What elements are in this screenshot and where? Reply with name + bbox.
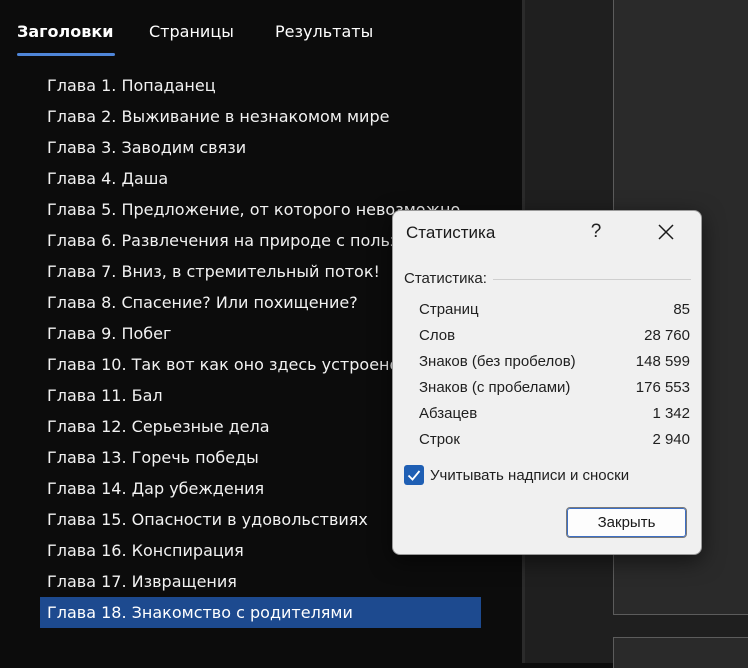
heading-item[interactable]: Глава 4. Даша — [40, 163, 481, 194]
tab-pages[interactable]: Страницы — [149, 20, 234, 56]
stat-label: Знаков (с пробелами) — [419, 379, 571, 396]
checkmark-icon — [407, 470, 421, 481]
group-divider — [493, 279, 691, 280]
stat-label: Абзацев — [419, 405, 478, 422]
stat-row-pages: Страниц 85 — [419, 297, 690, 323]
active-tab-indicator — [17, 53, 116, 56]
close-icon[interactable] — [651, 217, 681, 247]
tab-headings-label: Заголовки — [17, 22, 114, 41]
stat-row-chars-no-spaces: Знаков (без пробелов) 148 599 — [419, 349, 690, 375]
tab-results[interactable]: Результаты — [275, 20, 373, 56]
tab-pages-label: Страницы — [149, 22, 234, 41]
stat-label: Знаков (без пробелов) — [419, 353, 576, 370]
heading-item[interactable]: Глава 3. Заводим связи — [40, 132, 481, 163]
group-label: Статистика: — [404, 270, 487, 287]
stat-label: Слов — [419, 327, 456, 344]
tab-results-label: Результаты — [275, 22, 374, 41]
stat-row-chars-with-spaces: Знаков (с пробелами) 176 553 — [419, 375, 690, 401]
stat-value: 85 — [673, 301, 690, 318]
document-page — [613, 637, 748, 668]
stat-value: 148 599 — [635, 353, 690, 370]
stat-value: 2 940 — [652, 431, 690, 448]
stat-row-lines: Строк 2 940 — [419, 427, 690, 453]
heading-item-selected[interactable]: Глава 18. Знакомство с родителями — [40, 597, 481, 628]
close-button[interactable]: Закрыть — [566, 507, 687, 538]
tab-headings[interactable]: Заголовки — [17, 20, 116, 56]
include-textboxes-label[interactable]: Учитывать надписи и сноски — [430, 467, 629, 484]
close-icon-glyph — [658, 224, 674, 240]
help-button[interactable]: ? — [581, 217, 611, 247]
heading-item[interactable]: Глава 1. Попаданец — [40, 70, 481, 101]
heading-item[interactable]: Глава 17. Извращения — [40, 566, 481, 597]
stat-row-paragraphs: Абзацев 1 342 — [419, 401, 690, 427]
stat-value: 1 342 — [652, 405, 690, 422]
include-textboxes-checkbox[interactable] — [404, 465, 424, 485]
stat-value: 28 760 — [644, 327, 690, 344]
statistics-dialog: Статистика ? Статистика: Страниц 85 Слов… — [392, 210, 702, 555]
stat-label: Страниц — [419, 301, 479, 318]
stat-label: Строк — [419, 431, 460, 448]
heading-item[interactable]: Глава 2. Выживание в незнакомом мире — [40, 101, 481, 132]
stat-row-words: Слов 28 760 — [419, 323, 690, 349]
dialog-title: Статистика — [406, 223, 496, 242]
stat-value: 176 553 — [635, 379, 690, 396]
